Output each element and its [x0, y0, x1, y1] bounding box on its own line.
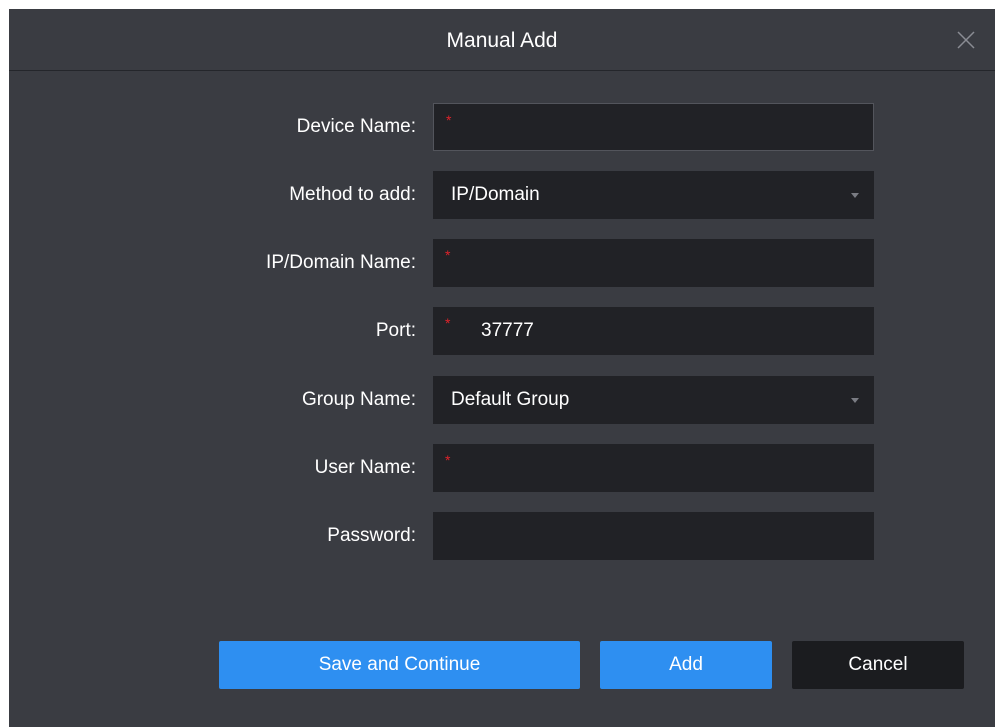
ip-domain-name-row: IP/Domain Name: * [9, 239, 995, 287]
user-name-label: User Name: [314, 457, 416, 478]
cancel-button[interactable]: Cancel [792, 641, 964, 689]
group-name-value: Default Group [451, 389, 570, 410]
method-to-add-value: IP/Domain [451, 184, 540, 205]
add-button[interactable]: Add [600, 641, 772, 689]
chevron-down-icon [851, 398, 859, 403]
required-marker: * [445, 452, 451, 468]
ip-domain-name-input[interactable]: * [433, 239, 874, 287]
port-input[interactable]: * 37777 [433, 307, 874, 355]
close-icon[interactable] [955, 29, 977, 51]
password-label: Password: [327, 525, 416, 546]
method-to-add-select[interactable]: IP/Domain [433, 171, 874, 219]
method-to-add-row: Method to add: IP/Domain [9, 171, 995, 219]
required-marker: * [445, 315, 451, 331]
dialog-title: Manual Add [446, 29, 558, 52]
password-input[interactable] [433, 512, 874, 560]
password-row: Password: [9, 512, 995, 560]
device-name-input[interactable]: * [433, 103, 874, 151]
save-and-continue-button[interactable]: Save and Continue [219, 641, 580, 689]
group-name-row: Group Name: Default Group [9, 376, 995, 424]
ip-domain-name-label: IP/Domain Name: [266, 252, 416, 273]
chevron-down-icon [851, 193, 859, 198]
required-marker: * [446, 112, 452, 128]
device-name-label: Device Name: [296, 116, 416, 137]
required-marker: * [445, 247, 451, 263]
port-value: 37777 [481, 320, 534, 341]
group-name-select[interactable]: Default Group [433, 376, 874, 424]
group-name-label: Group Name: [301, 389, 416, 410]
dialog-title-bar: Manual Add [9, 9, 995, 71]
user-name-input[interactable]: * [433, 444, 874, 492]
method-to-add-label: Method to add: [289, 184, 416, 205]
port-row: Port: * 37777 [9, 307, 995, 355]
manual-add-dialog: Manual Add Device Name: * Method to add:… [9, 9, 995, 727]
user-name-row: User Name: * [9, 444, 995, 492]
device-name-row: Device Name: * [9, 103, 995, 151]
port-label: Port: [375, 320, 416, 341]
